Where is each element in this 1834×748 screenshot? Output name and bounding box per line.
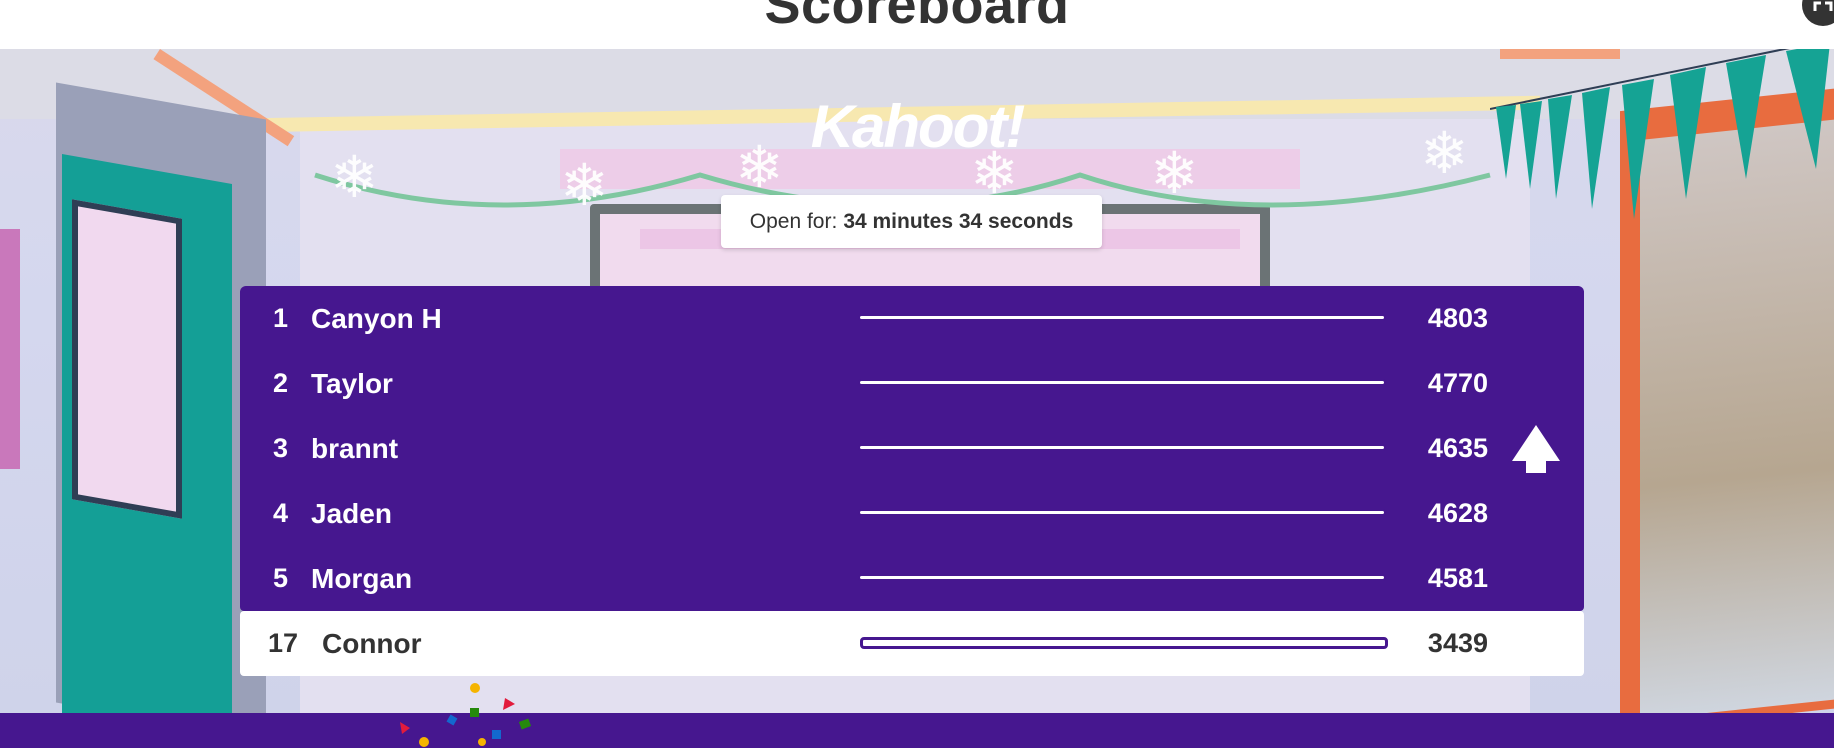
player-rank: 2: [272, 368, 288, 398]
player-score: 4803: [1427, 303, 1488, 333]
player-score: 4628: [1427, 498, 1488, 528]
score-bar-fill: [860, 316, 1384, 319]
score-bar-fill: [860, 381, 1384, 384]
player-name: Jaden: [311, 498, 392, 529]
score-bar: [858, 314, 1386, 321]
player-rank: 4: [272, 498, 288, 528]
player-score: 4581: [1427, 563, 1488, 593]
snowflake-decoration: ❄: [560, 153, 609, 218]
player-rank: 1: [272, 303, 288, 333]
player-name: Morgan: [311, 563, 413, 594]
player-rank: 17: [267, 628, 298, 658]
header-bar: Scoreboard: [0, 0, 1834, 49]
arrow-up-icon: [1512, 425, 1560, 473]
scoreboard-row: 2 Taylor 4770: [240, 351, 1584, 416]
page-title: Scoreboard: [764, 0, 1070, 35]
player-name: Canyon H: [311, 303, 442, 334]
open-for-duration: 34 minutes 34 seconds: [843, 209, 1074, 233]
scoreboard-row: 3 brannt 4635: [240, 416, 1584, 481]
player-name: Connor: [322, 628, 422, 659]
score-bar-fill: [860, 511, 1384, 514]
player-rank: 3: [272, 433, 288, 463]
score-bar: [858, 444, 1386, 451]
scoreboard-row: 4 Jaden 4628: [240, 481, 1584, 546]
open-for-box: Open for: 34 minutes 34 seconds: [721, 195, 1102, 248]
score-bar: [858, 574, 1386, 581]
player-rank: 5: [272, 563, 288, 593]
current-player-row: 17 Connor 3439: [240, 611, 1584, 676]
wall-frame: [0, 229, 20, 469]
open-for-label: Open for:: [749, 209, 838, 233]
scoreboard-row: 1 Canyon H 4803: [240, 286, 1584, 351]
score-bar-fill: [860, 576, 1384, 579]
scoreboard-list: 1 Canyon H 4803 2 Taylor 4770 3 brannt 4…: [240, 286, 1584, 676]
score-bar: [858, 509, 1386, 516]
confetti-decoration: [400, 683, 532, 747]
player-name: brannt: [311, 433, 399, 464]
door-window: [72, 199, 182, 519]
player-score: 3439: [1427, 628, 1488, 658]
score-bar-fill: [860, 446, 1384, 449]
score-bar-fill: [863, 640, 1385, 646]
player-score: 4635: [1427, 433, 1488, 463]
footer-bar: [0, 713, 1834, 748]
score-bar: [860, 637, 1388, 649]
player-score: 4770: [1427, 368, 1488, 398]
kahoot-logo: Kahoot!: [810, 93, 1026, 160]
fullscreen-icon: [1813, 1, 1833, 11]
score-bar: [858, 379, 1386, 386]
player-name: Taylor: [311, 368, 393, 399]
scoreboard-row: 5 Morgan 4581: [240, 546, 1584, 611]
